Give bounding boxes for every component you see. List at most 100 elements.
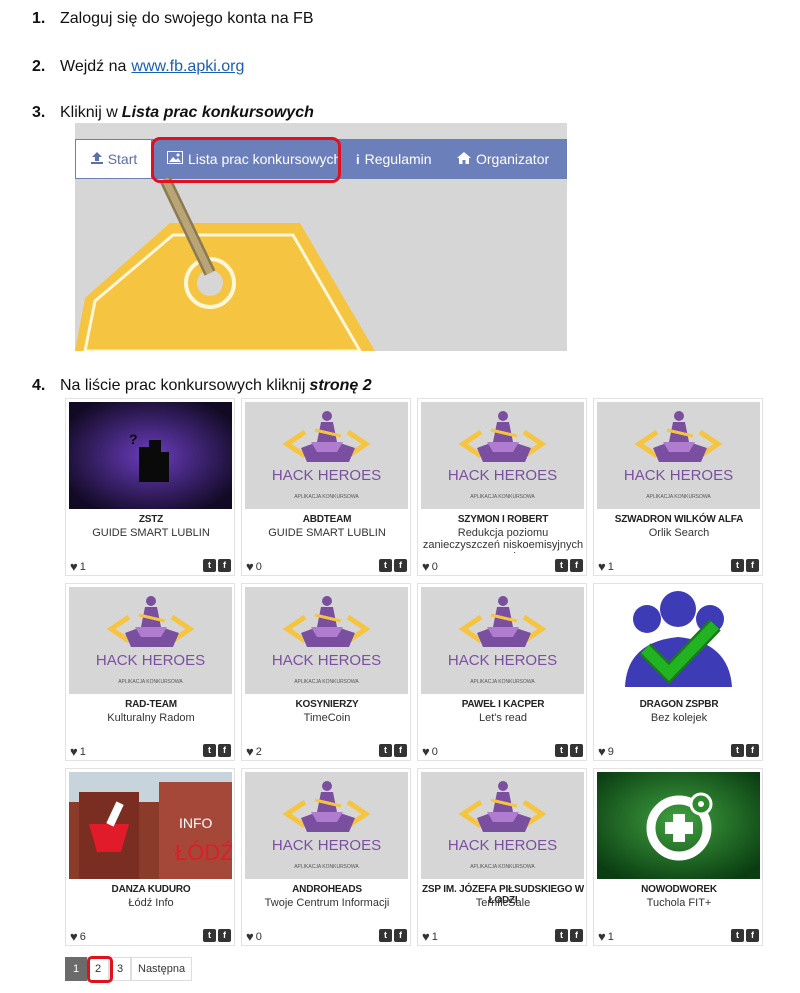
likes[interactable]: ♥ 9 [598, 744, 614, 759]
step-1: 1. Zaloguj się do swojego konta na FB [32, 8, 313, 30]
twitter-icon[interactable]: t [379, 559, 392, 572]
hack-logo-title: HACK HEROES [272, 837, 381, 854]
entry-thumbnail[interactable] [597, 772, 760, 879]
entry-thumbnail[interactable]: HACK HEROES APLIKACJA KONKURSOWA [245, 772, 408, 879]
likes[interactable]: ♥ 1 [598, 559, 614, 574]
facebook-icon[interactable]: f [218, 744, 231, 757]
heart-icon: ♥ [422, 929, 430, 944]
likes-count: 6 [79, 930, 86, 943]
entry-thumbnail[interactable]: INFO ŁÓDŹ [69, 772, 232, 879]
facebook-icon[interactable]: f [570, 929, 583, 942]
twitter-icon[interactable]: t [555, 929, 568, 942]
twitter-icon[interactable]: t [379, 744, 392, 757]
share-buttons: t f [555, 744, 583, 757]
entry-team: ANDROHEADS [292, 884, 362, 895]
likes[interactable]: ♥ 0 [246, 929, 262, 944]
heart-icon: ♥ [246, 744, 254, 759]
likes[interactable]: ♥ 0 [422, 559, 438, 574]
share-buttons: t f [379, 559, 407, 572]
entry-project: Bez kolejek [650, 712, 708, 724]
entry-thumbnail[interactable]: HACK HEROES APLIKACJA KONKURSOWA [245, 587, 408, 694]
facebook-icon[interactable]: f [746, 929, 759, 942]
facebook-icon[interactable]: f [218, 559, 231, 572]
likes[interactable]: ♥ 0 [422, 744, 438, 759]
likes[interactable]: ♥ 2 [246, 744, 262, 759]
likes[interactable]: ♥ 1 [70, 559, 86, 574]
hack-logo-title: HACK HEROES [272, 467, 381, 484]
facebook-icon[interactable]: f [218, 929, 231, 942]
entry-team: DANZA KUDURO [111, 884, 191, 895]
step-text: Na liście prac konkursowych kliknij [60, 377, 306, 394]
hack-logo-subtitle: APLIKACJA KONKURSOWA [470, 494, 535, 500]
hack-logo-subtitle: APLIKACJA KONKURSOWA [294, 864, 359, 870]
entry-card[interactable]: ? ZSTZ GUIDE SMART LUBLIN ♥ 1 t f [65, 398, 235, 576]
likes-count: 0 [431, 560, 438, 573]
facebook-icon[interactable]: f [394, 744, 407, 757]
facebook-icon[interactable]: f [394, 559, 407, 572]
entry-card[interactable]: HACK HEROES APLIKACJA KONKURSOWA ANDROHE… [241, 768, 411, 946]
likes[interactable]: ♥ 1 [70, 744, 86, 759]
entry-project: Twoje Centrum Informacji [264, 897, 390, 909]
entry-card[interactable]: HACK HEROES APLIKACJA KONKURSOWA ZSP IM.… [417, 768, 587, 946]
entry-thumbnail[interactable] [597, 587, 760, 694]
entry-thumbnail[interactable]: HACK HEROES APLIKACJA KONKURSOWA [421, 587, 584, 694]
hack-logo-title: HACK HEROES [272, 652, 381, 669]
twitter-icon[interactable]: t [203, 559, 216, 572]
entry-team: NOWODWOREK [641, 884, 717, 895]
site-link[interactable]: www.fb.apki.org [131, 56, 244, 78]
info-logo-bottom: ŁÓDŹ [175, 840, 232, 865]
entry-card[interactable]: HACK HEROES APLIKACJA KONKURSOWA SZYMON … [417, 398, 587, 576]
facebook-icon[interactable]: f [570, 744, 583, 757]
hack-logo-subtitle: APLIKACJA KONKURSOWA [470, 679, 535, 685]
step-number: 2. [32, 58, 46, 75]
step-number: 3. [32, 104, 46, 121]
twitter-icon[interactable]: t [731, 559, 744, 572]
entry-thumbnail[interactable]: HACK HEROES APLIKACJA KONKURSOWA [421, 772, 584, 879]
entry-project: Kulturalny Radom [107, 712, 195, 724]
likes-count: 1 [79, 745, 86, 758]
twitter-icon[interactable]: t [379, 929, 392, 942]
likes-count: 1 [431, 930, 438, 943]
twitter-icon[interactable]: t [203, 929, 216, 942]
hack-logo-subtitle: APLIKACJA KONKURSOWA [470, 864, 535, 870]
likes[interactable]: ♥ 6 [70, 929, 86, 944]
entry-card[interactable]: HACK HEROES APLIKACJA KONKURSOWA PAWEŁ I… [417, 583, 587, 761]
share-buttons: t f [731, 744, 759, 757]
entry-thumbnail[interactable]: HACK HEROES APLIKACJA KONKURSOWA [69, 587, 232, 694]
likes[interactable]: ♥ 1 [422, 929, 438, 944]
entry-project: Tuchola FIT+ [646, 897, 712, 909]
entry-card[interactable]: HACK HEROES APLIKACJA KONKURSOWA KOSYNIE… [241, 583, 411, 761]
entry-thumbnail[interactable]: HACK HEROES APLIKACJA KONKURSOWA [245, 402, 408, 509]
entry-project: Łódź Info [128, 897, 174, 909]
twitter-icon[interactable]: t [555, 559, 568, 572]
facebook-icon[interactable]: f [570, 559, 583, 572]
step-emphasis: stronę 2 [309, 377, 372, 394]
entry-team: PAWEŁ I KACPER [461, 699, 545, 710]
entry-card[interactable]: HACK HEROES APLIKACJA KONKURSOWA SZWADRO… [593, 398, 763, 576]
hack-logo-subtitle: APLIKACJA KONKURSOWA [294, 494, 359, 500]
facebook-icon[interactable]: f [746, 559, 759, 572]
twitter-icon[interactable]: t [731, 744, 744, 757]
likes[interactable]: ♥ 0 [246, 559, 262, 574]
twitter-icon[interactable]: t [555, 744, 568, 757]
page-1[interactable]: 1 [65, 957, 87, 981]
next-page[interactable]: Następna [131, 957, 193, 981]
entry-thumbnail[interactable]: HACK HEROES APLIKACJA KONKURSOWA [421, 402, 584, 509]
entry-card[interactable]: HACK HEROES APLIKACJA KONKURSOWA RAD-TEA… [65, 583, 235, 761]
entry-team: ZSTZ [138, 514, 164, 525]
entry-card[interactable]: NOWODWOREK Tuchola FIT+ ♥ 1 t f [593, 768, 763, 946]
entry-card[interactable]: INFO ŁÓDŹ DANZA KUDURO Łódź Info ♥ 6 t f [65, 768, 235, 946]
likes[interactable]: ♥ 1 [598, 929, 614, 944]
likes-count: 1 [607, 930, 614, 943]
entry-card[interactable]: DRAGON ZSPBR Bez kolejek ♥ 9 t f [593, 583, 763, 761]
twitter-icon[interactable]: t [731, 929, 744, 942]
facebook-icon[interactable]: f [746, 744, 759, 757]
highlight-lista-tab [151, 137, 341, 183]
entry-card[interactable]: HACK HEROES APLIKACJA KONKURSOWA ABDTEAM… [241, 398, 411, 576]
entry-thumbnail[interactable]: ? [69, 402, 232, 509]
twitter-icon[interactable]: t [203, 744, 216, 757]
entry-thumbnail[interactable]: HACK HEROES APLIKACJA KONKURSOWA [597, 402, 760, 509]
hack-logo-subtitle: APLIKACJA KONKURSOWA [294, 679, 359, 685]
highlight-page-2 [87, 956, 113, 983]
facebook-icon[interactable]: f [394, 929, 407, 942]
